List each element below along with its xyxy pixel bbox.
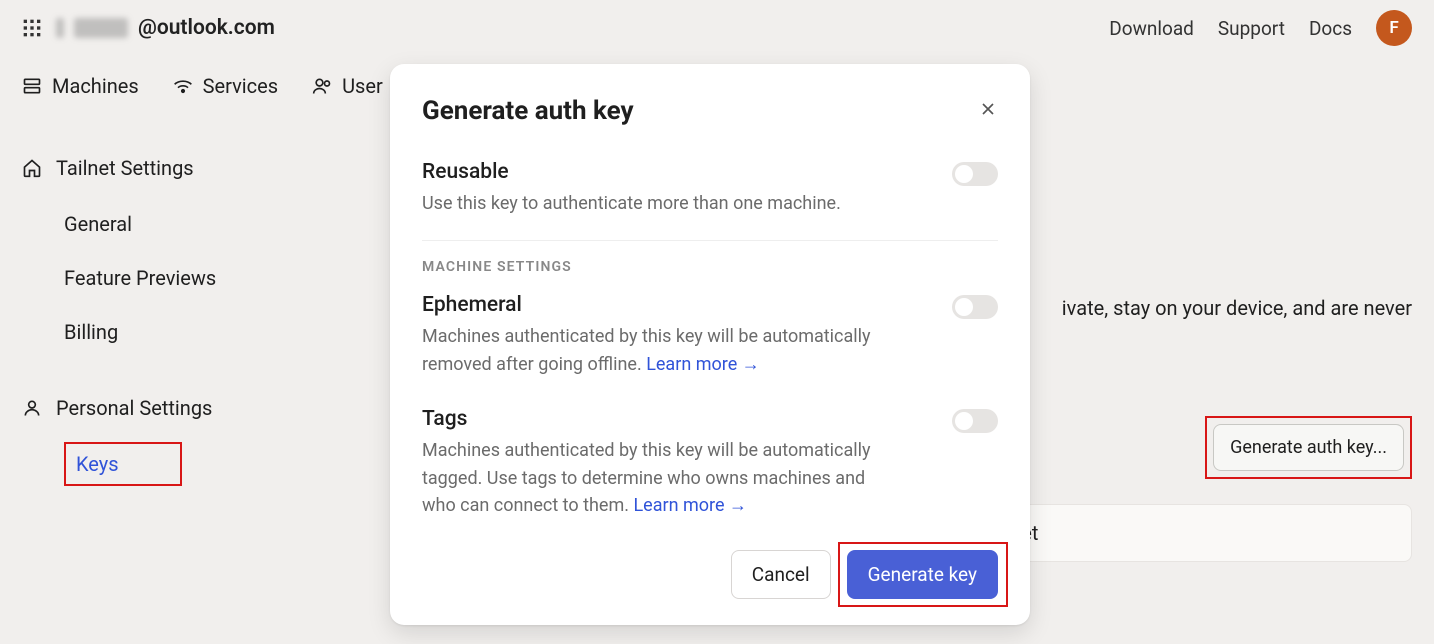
divider bbox=[422, 240, 998, 241]
setting-tags-desc: Machines authenticated by this key will … bbox=[422, 437, 902, 521]
toggle-reusable[interactable] bbox=[952, 162, 998, 186]
generate-auth-key-modal: Generate auth key Reusable Use this key … bbox=[390, 64, 1030, 625]
modal-title: Generate auth key bbox=[422, 96, 634, 126]
toggle-ephemeral[interactable] bbox=[952, 295, 998, 319]
setting-ephemeral: Ephemeral Machines authenticated by this… bbox=[422, 283, 998, 397]
setting-tags-title: Tags bbox=[422, 407, 952, 431]
setting-reusable: Reusable Use this key to authenticate mo… bbox=[422, 150, 998, 236]
modal-section-machine-settings: MACHINE SETTINGS bbox=[422, 259, 998, 275]
setting-ephemeral-desc: Machines authenticated by this key will … bbox=[422, 323, 902, 379]
cancel-button[interactable]: Cancel bbox=[731, 550, 831, 599]
setting-ephemeral-title: Ephemeral bbox=[422, 293, 952, 317]
modal-footer: Cancel Generate key bbox=[422, 550, 998, 599]
link-ephemeral-learn-more[interactable]: Learn more bbox=[646, 354, 760, 375]
setting-reusable-desc: Use this key to authenticate more than o… bbox=[422, 190, 902, 218]
link-tags-learn-more[interactable]: Learn more bbox=[633, 495, 747, 516]
setting-reusable-title: Reusable bbox=[422, 160, 952, 184]
generate-key-button[interactable]: Generate key bbox=[847, 550, 998, 599]
close-icon[interactable] bbox=[978, 99, 998, 124]
toggle-tags[interactable] bbox=[952, 409, 998, 433]
setting-tags: Tags Machines authenticated by this key … bbox=[422, 397, 998, 539]
